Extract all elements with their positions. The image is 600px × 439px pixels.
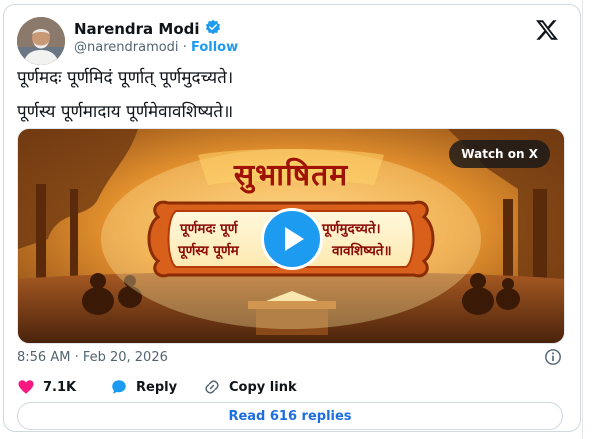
verified-badge-icon [205, 19, 221, 39]
reply-label: Reply [136, 379, 178, 395]
like-button[interactable]: 7.1K [17, 378, 110, 396]
play-button[interactable] [261, 208, 323, 270]
author-handle-row: @narendramodi · Follow [74, 40, 238, 55]
video-thumbnail[interactable]: सुभाषितम पूर्णमदः पूर्ण पूर्णमुदच्यते। प… [17, 128, 565, 344]
copy-link-label: Copy link [229, 379, 297, 395]
author-handle[interactable]: @narendramodi [74, 40, 179, 55]
tweet-text-line-1: पूर्णमदः पूर्णमिदं पूर्णात् पूर्णमुदच्यत… [17, 68, 234, 88]
heart-icon [18, 380, 34, 394]
scroll-text-line-2-left: पूर्णस्य पूर्णम [178, 243, 239, 259]
link-icon [205, 380, 219, 394]
scroll-text-line-1-left: पूर्णमदः पूर्ण [180, 221, 238, 237]
video-title-text: सुभाषितम [233, 158, 349, 193]
page-edge [582, 0, 583, 439]
play-icon [285, 227, 304, 251]
tweet-actions: 7.1K Reply Copy link [17, 378, 297, 396]
tweet-card: Narendra Modi @narendramodi · Follow पूर… [3, 4, 581, 432]
copy-link-button[interactable]: Copy link [203, 378, 297, 396]
author-name[interactable]: Narendra Modi [74, 20, 200, 38]
separator-dot: · [182, 40, 187, 55]
reply-bubble-icon [112, 380, 126, 394]
watch-on-x-button[interactable]: Watch on X [449, 140, 550, 168]
scroll-text-line-1-right: पूर्णमुदच्यते। [322, 221, 381, 237]
avatar[interactable] [17, 17, 65, 65]
tweet-timestamp[interactable]: 8:56 AM · Feb 20, 2026 [17, 350, 168, 365]
scroll-text-line-2-right: वावशिष्यते॥ [332, 243, 392, 259]
like-count: 7.1K [43, 379, 77, 395]
tweet-text-line-2: पूर्णस्य पूर्णमादाय पूर्णमेवावशिष्यते॥ [17, 102, 234, 122]
reply-button[interactable]: Reply [110, 378, 203, 396]
author-name-row: Narendra Modi [74, 19, 221, 39]
read-replies-button[interactable]: Read 616 replies [17, 402, 563, 430]
follow-button[interactable]: Follow [191, 40, 238, 55]
